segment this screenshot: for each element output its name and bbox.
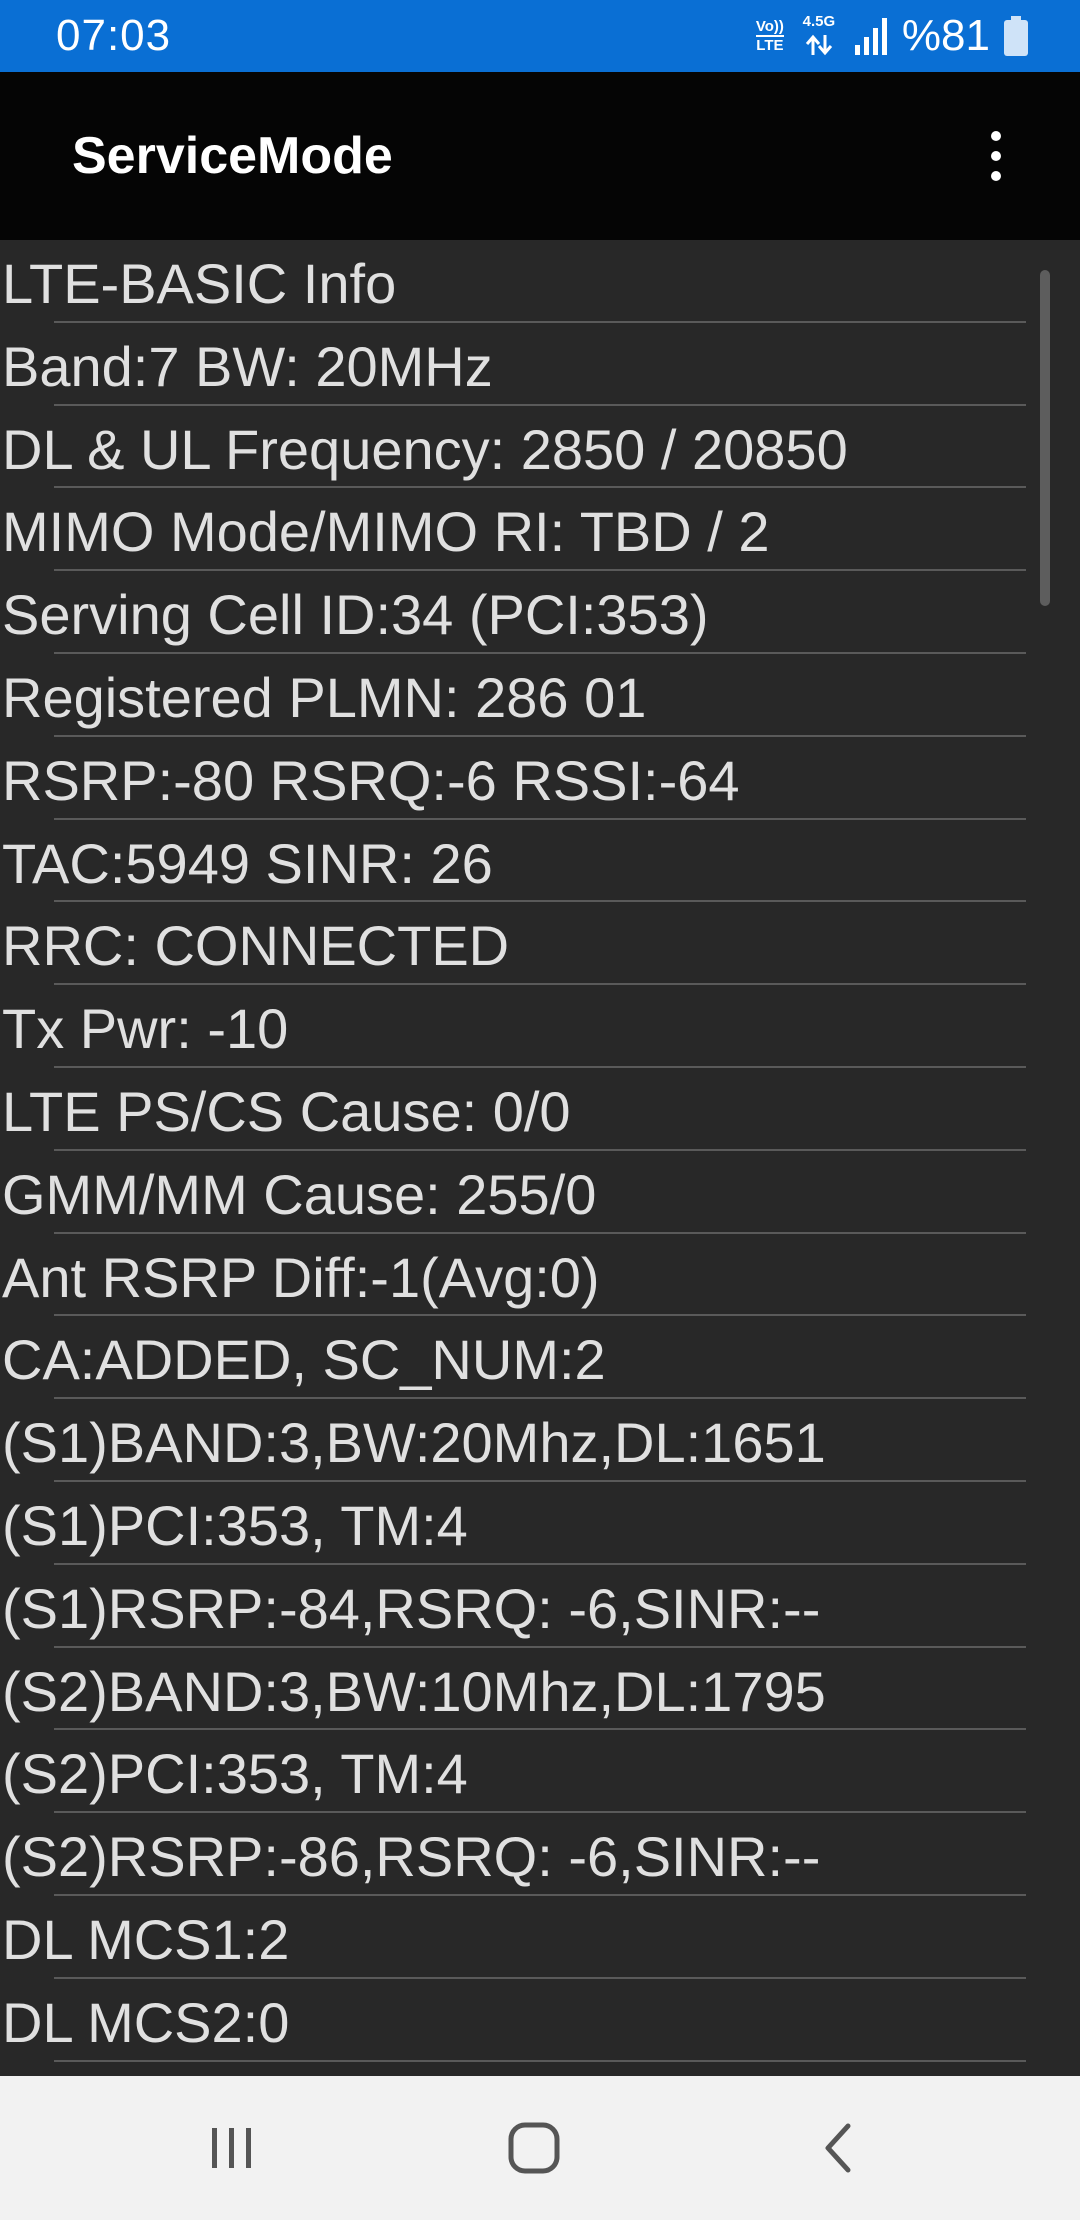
- info-row-text: (S2)RSRP:-86,RSRQ: -6,SINR:--: [2, 1825, 821, 1889]
- home-icon: [508, 2122, 560, 2174]
- info-row: Tx Pwr: -10: [0, 985, 1080, 1068]
- data-activity-icon: 4.5G: [798, 11, 840, 61]
- row-divider: [54, 2059, 1026, 2062]
- recents-button[interactable]: [184, 2112, 280, 2184]
- info-row: Serving Cell ID:34 (PCI:353): [0, 571, 1080, 654]
- service-info-list[interactable]: LTE-BASIC Info Band:7 BW: 20MHz DL & UL …: [0, 240, 1080, 2076]
- info-row: (S2)BAND:3,BW:10Mhz,DL:1795: [0, 1648, 1080, 1731]
- app-bar: ServiceMode: [0, 72, 1080, 240]
- info-row: CA:ADDED, SC_NUM:2: [0, 1316, 1080, 1400]
- volte-bottom-label: LTE: [756, 34, 784, 54]
- info-row-text: DL MCS1:2: [2, 1907, 290, 1971]
- info-row-text: Tx Pwr: -10: [2, 997, 289, 1061]
- info-row: DL & UL Frequency: 2850 / 20850: [0, 406, 1080, 489]
- back-icon: [825, 2123, 851, 2173]
- info-row-text: Ant RSRP Diff:-1(Avg:0): [2, 1245, 600, 1309]
- info-row: (S2)RSRP:-86,RSRQ: -6,SINR:--: [0, 1813, 1080, 1896]
- back-button[interactable]: [790, 2112, 886, 2184]
- info-row: MIMO Mode/MIMO RI: TBD / 2: [0, 488, 1080, 572]
- menu-dot: [991, 171, 1001, 181]
- info-row: TAC:5949 SINR: 26: [0, 820, 1080, 903]
- battery-percent: %81: [901, 11, 990, 60]
- info-row-text: (S1)RSRP:-84,RSRQ: -6,SINR:--: [2, 1576, 821, 1640]
- volte-top-label: Vo)): [755, 17, 784, 35]
- menu-dot: [991, 151, 1001, 161]
- info-row-text: (S1)BAND:3,BW:20Mhz,DL:1651: [2, 1411, 826, 1475]
- info-row-text: RRC: CONNECTED: [2, 914, 510, 978]
- status-time: 07:03: [56, 11, 172, 60]
- info-row-text: TAC:5949 SINR: 26: [2, 831, 493, 895]
- info-row: (S2)PCI:353, TM:4: [0, 1730, 1080, 1814]
- signal-icon: [854, 18, 887, 55]
- info-row-text: (S1)PCI:353, TM:4: [2, 1493, 468, 1557]
- info-row-text: Serving Cell ID:34 (PCI:353): [2, 583, 709, 647]
- info-row: Ant RSRP Diff:-1(Avg:0): [0, 1234, 1080, 1317]
- info-row: DL MCS1:2: [0, 1896, 1080, 1979]
- info-row: DL MCS2:0: [0, 1979, 1080, 2062]
- info-row-text: RSRP:-80 RSRQ:-6 RSSI:-64: [2, 748, 740, 812]
- info-row: Band:7 BW: 20MHz: [0, 323, 1080, 406]
- info-row-text: MIMO Mode/MIMO RI: TBD / 2: [2, 500, 770, 564]
- app-title: ServiceMode: [72, 127, 393, 185]
- info-row-text: GMM/MM Cause: 255/0: [2, 1162, 597, 1226]
- info-row: (S1)RSRP:-84,RSRQ: -6,SINR:--: [0, 1565, 1080, 1648]
- battery-icon: [1004, 16, 1028, 56]
- info-row: (S1)BAND:3,BW:20Mhz,DL:1651: [0, 1399, 1080, 1482]
- info-row: Registered PLMN: 286 01: [0, 654, 1080, 737]
- info-row-text: Registered PLMN: 286 01: [2, 665, 647, 729]
- info-row-text: CA:ADDED, SC_NUM:2: [2, 1328, 606, 1392]
- recents-icon: [212, 2128, 251, 2168]
- info-row-text: DL & UL Frequency: 2850 / 20850: [2, 417, 848, 481]
- info-row: (S1)PCI:353, TM:4: [0, 1482, 1080, 1565]
- navigation-bar: [0, 2076, 1080, 2220]
- info-row-text: LTE-BASIC Info: [2, 252, 397, 315]
- scrollbar-thumb[interactable]: [1040, 270, 1050, 606]
- info-row-text: Band:7 BW: 20MHz: [2, 334, 493, 398]
- info-row: RRC: CONNECTED: [0, 902, 1080, 986]
- info-row: LTE PS/CS Cause: 0/0: [0, 1068, 1080, 1151]
- info-row: LTE-BASIC Info: [0, 240, 1080, 323]
- network-type-label: 4.5G: [802, 13, 836, 30]
- info-row-text: (S2)BAND:3,BW:10Mhz,DL:1795: [2, 1659, 826, 1723]
- menu-dot: [991, 131, 1001, 141]
- info-row-text: (S2)PCI:353, TM:4: [2, 1742, 468, 1806]
- home-button[interactable]: [486, 2112, 582, 2184]
- info-row-text: DL MCS2:0: [2, 1990, 290, 2054]
- status-bar: 07:03 Vo)) LTE 4.5G %81: [0, 0, 1080, 72]
- status-icons: Vo)) LTE 4.5G %81: [756, 0, 1028, 72]
- info-row: RSRP:-80 RSRQ:-6 RSSI:-64: [0, 737, 1080, 820]
- info-row: GMM/MM Cause: 255/0: [0, 1151, 1080, 1234]
- info-row-text: LTE PS/CS Cause: 0/0: [2, 1079, 571, 1143]
- volte-icon: Vo)) LTE: [755, 17, 784, 54]
- more-vert-icon[interactable]: [956, 116, 1036, 196]
